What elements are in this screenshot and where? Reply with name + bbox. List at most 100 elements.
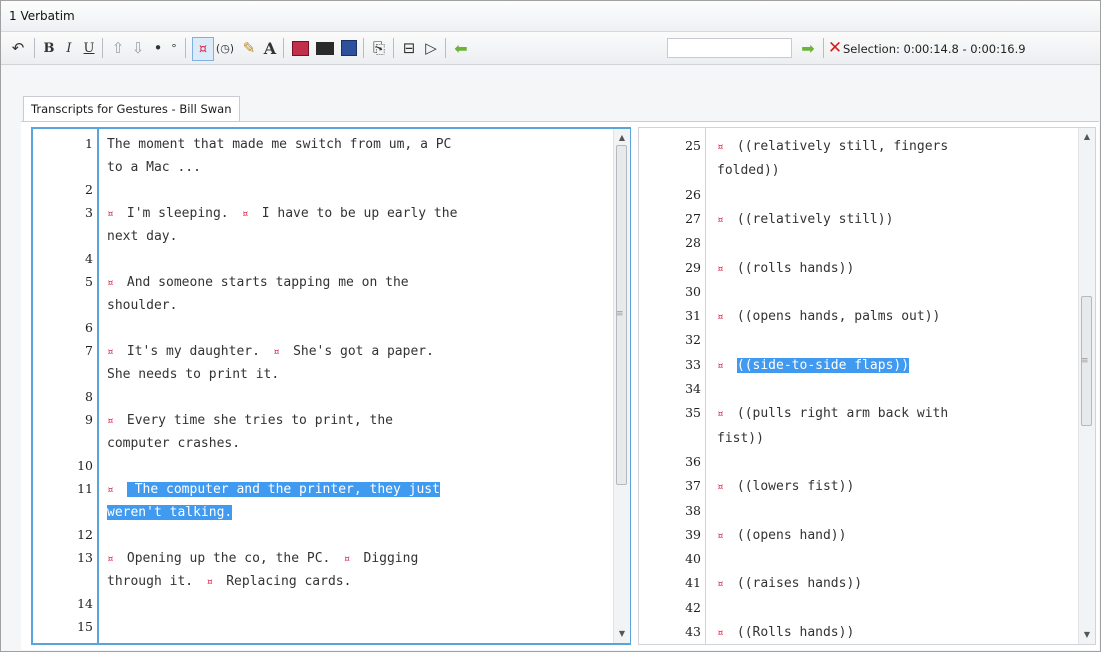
line-text: through it. (107, 574, 194, 589)
transcript-line[interactable]: next day. (107, 226, 177, 247)
line-number: 7 (85, 343, 93, 358)
time-marker-icon[interactable]: ¤ (107, 276, 127, 289)
line-text: ((opens hand)) (736, 527, 847, 543)
transcript-line[interactable]: weren't talking. (107, 502, 233, 523)
line-number: 30 (685, 283, 701, 299)
time-marker-icon[interactable]: ¤ (107, 483, 127, 496)
degree-icon[interactable]: ° (167, 37, 181, 59)
transcript-line[interactable]: ¤ ((lowers fist)) (717, 476, 854, 497)
bullet-icon[interactable]: • (151, 37, 165, 59)
transcript-line[interactable]: folded)) (717, 160, 780, 181)
line-text: I'm sleeping. (126, 206, 229, 221)
italic-icon[interactable]: I (61, 37, 77, 59)
underline-icon[interactable]: U (81, 37, 97, 59)
time-marker-icon[interactable]: ¤ (260, 345, 293, 358)
delete-icon[interactable]: ✕ (827, 37, 843, 59)
line-number: 15 (77, 619, 93, 634)
window-title: 1 Verbatim (9, 9, 75, 23)
transcript-line[interactable]: ¤ ((rolls hands)) (717, 258, 854, 279)
undo-icon[interactable]: ↶ (7, 37, 29, 59)
split-icon[interactable]: ⊟ (399, 37, 419, 59)
line-number: 11 (77, 481, 93, 496)
editor-area: 1 2 3 4 5 6 7 8 9 10 11 12 13 14 15 The moment that ma… (21, 121, 1099, 650)
line-text: The computer and the printer, they just (126, 482, 440, 497)
time-marker-icon[interactable]: ¤ (107, 207, 127, 220)
bold-icon[interactable]: B (41, 37, 57, 59)
transcript-line[interactable]: ¤ Opening up the co, the PC. ¤ Digging (107, 548, 418, 569)
video-icon[interactable] (290, 37, 310, 59)
time-marker-icon[interactable]: ¤ (717, 262, 737, 275)
time-marker-icon[interactable]: ¤ (107, 414, 127, 427)
line-number: 14 (77, 596, 93, 611)
up-arrow-icon[interactable]: ⇧ (109, 37, 127, 59)
left-transcript-pane[interactable]: 1 2 3 4 5 6 7 8 9 10 11 12 13 14 15 The moment that ma… (31, 127, 631, 645)
marker-icon[interactable]: ¤ (192, 37, 214, 61)
transcript-line[interactable]: ¤ And someone starts tapping me on the (107, 272, 409, 293)
transcript-line[interactable]: She needs to print it. (107, 364, 279, 385)
transcript-line[interactable]: to a Mac ... (107, 157, 201, 178)
transcript-line[interactable]: ¤ ((side-to-side flaps)) (717, 355, 910, 376)
time-marker-icon[interactable]: ¤ (107, 345, 127, 358)
clip-icon[interactable]: ✎ (239, 37, 259, 59)
transcript-line[interactable]: shoulder. (107, 295, 177, 316)
line-text: It's my daughter. (126, 344, 260, 359)
time-marker-icon[interactable]: ¤ (717, 359, 737, 372)
right-transcript-pane[interactable]: 25 26 27 28 29 30 31 32 33 34 35 36 37 38 39 40 41 42 43 ¤… (638, 127, 1096, 645)
transcript-line[interactable]: ¤ It's my daughter. ¤ She's got a paper. (107, 341, 434, 362)
font-icon[interactable]: A (261, 37, 279, 59)
transcript-line[interactable]: ¤ ((Rolls hands)) (717, 622, 854, 643)
forward-icon[interactable]: ➡ (798, 37, 818, 59)
time-marker-icon[interactable]: ¤ (717, 529, 737, 542)
film-icon[interactable] (314, 37, 336, 59)
back-icon[interactable]: ⬅ (451, 37, 471, 59)
transcript-line[interactable]: ¤ ((raises hands)) (717, 573, 862, 594)
line-text: to a Mac ... (107, 160, 201, 175)
transcript-line[interactable]: computer crashes. (107, 433, 240, 454)
down-arrow-icon[interactable]: ⇩ (129, 37, 147, 59)
transcript-line[interactable]: ¤ The computer and the printer, they jus… (107, 479, 440, 500)
time-marker-icon[interactable]: ¤ (717, 626, 737, 639)
line-text: I have to be up early the (261, 206, 458, 221)
time-marker-icon[interactable]: ¤ (107, 552, 127, 565)
transcript-line[interactable]: fist)) (717, 428, 764, 449)
transcript-line[interactable]: ¤ ((opens hands, palms out)) (717, 306, 940, 327)
line-text: ((relatively still, fingers (736, 139, 949, 154)
line-text: ((rolls hands)) (736, 260, 855, 276)
time-marker-icon[interactable]: ¤ (717, 310, 737, 323)
line-text: Opening up the co, the PC. (126, 551, 331, 566)
time-marker-icon[interactable]: ¤ (717, 213, 737, 226)
transcript-line[interactable]: through it. ¤ Replacing cards. (107, 571, 351, 592)
line-text: Digging (363, 551, 419, 566)
line-number: 1 (85, 136, 93, 151)
transcript-line[interactable]: ¤ ((pulls right arm back with (717, 403, 948, 424)
time-marker-icon[interactable]: ¤ (193, 575, 226, 588)
line-text: The moment that made me switch from um, … (107, 137, 452, 152)
time-marker-icon[interactable]: ¤ (717, 407, 737, 420)
left-scrollbar[interactable]: ▲ ≡ ▼ (613, 129, 630, 643)
transcript-line[interactable]: ¤ ((opens hand)) (717, 525, 846, 546)
line-text: ((lowers fist)) (736, 479, 855, 495)
time-marker-icon[interactable]: ¤ (717, 577, 737, 590)
time-marker-icon[interactable]: ¤ (717, 140, 737, 153)
search-input[interactable] (667, 38, 792, 58)
transcript-line[interactable]: ¤ Every time she tries to print, the (107, 410, 393, 431)
transcript-line[interactable]: The moment that made me switch from um, … (107, 134, 451, 155)
timer-icon[interactable]: (◷) (215, 37, 235, 59)
time-marker-icon[interactable]: ¤ (717, 480, 737, 493)
line-text: fist)) (717, 430, 764, 446)
transcript-line[interactable]: ¤ ((relatively still, fingers (717, 136, 948, 157)
time-marker-icon[interactable]: ¤ (330, 552, 363, 565)
line-number: 28 (685, 235, 701, 251)
transcript-line[interactable]: ¤ I'm sleeping. ¤ I have to be up early … (107, 203, 457, 224)
toolbar: ↶ B I U ⇧ ⇩ • ° ¤ (◷) ✎ A ⎘ ⊟ ▷ ⬅ ➡ ✕ Se… (1, 32, 1100, 65)
line-number: 42 (685, 599, 701, 615)
copy-icon[interactable]: ⎘ (369, 37, 389, 59)
time-marker-icon[interactable]: ¤ (229, 207, 262, 220)
tab-transcript[interactable]: Transcripts for Gestures - Bill Swan (23, 96, 240, 122)
save-icon[interactable] (339, 37, 359, 59)
play-icon[interactable]: ▷ (421, 37, 441, 59)
line-text: Every time she tries to print, the (126, 413, 393, 428)
right-scrollbar[interactable]: ▲ ≡ ▼ (1078, 128, 1095, 644)
line-text: shoulder. (107, 298, 178, 313)
transcript-line[interactable]: ¤ ((relatively still)) (717, 209, 893, 230)
